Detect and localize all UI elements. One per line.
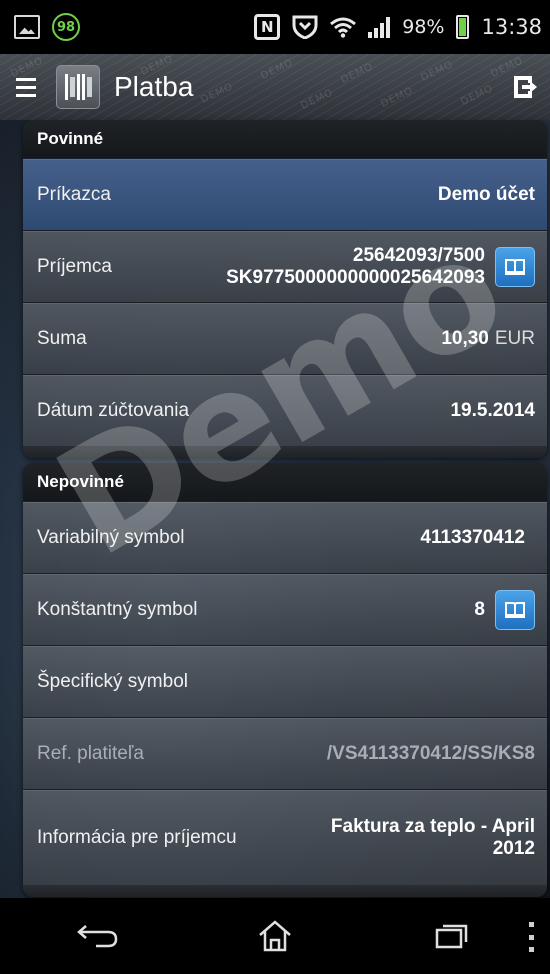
row-label: Dátum zúčtovania bbox=[37, 399, 190, 421]
row-value: 8 bbox=[474, 598, 485, 620]
signal-icon bbox=[368, 16, 391, 38]
row-informacia-pre-prijemcu[interactable]: Informácia pre príjemcu Faktura za teplo… bbox=[23, 789, 547, 885]
row-value: 4113370412 bbox=[420, 526, 525, 548]
action-bar: DEMO DEMO DEMO DEMO DEMO DEMO DEMO DEMO … bbox=[0, 54, 550, 120]
optional-section: Nepovinné Variabilný symbol 4113370412 K… bbox=[23, 463, 547, 897]
required-section: Povinné Príkazca Demo účet Príjemca 2564… bbox=[23, 120, 547, 458]
row-label: Ref. platiteľa bbox=[37, 742, 144, 764]
logout-icon[interactable] bbox=[510, 73, 538, 101]
row-label: Suma bbox=[37, 327, 87, 349]
menu-icon[interactable] bbox=[0, 54, 52, 120]
row-value: 25642093/7500 SK9775000000000025642093 bbox=[226, 244, 485, 288]
home-button[interactable] bbox=[245, 911, 305, 961]
constant-symbol-list-button[interactable] bbox=[495, 589, 535, 630]
book-icon bbox=[505, 258, 525, 275]
navigation-bar bbox=[0, 898, 550, 974]
row-label: Konštantný symbol bbox=[37, 598, 198, 620]
wifi-icon bbox=[330, 17, 357, 38]
row-label: Príjemca bbox=[37, 255, 112, 277]
row-value: 19.5.2014 bbox=[450, 399, 535, 421]
overflow-menu-icon[interactable] bbox=[526, 922, 536, 952]
row-label: Špecifický symbol bbox=[37, 670, 188, 692]
page-title: Platba bbox=[114, 71, 194, 102]
battery-percent: 98% bbox=[402, 16, 445, 38]
section-header: Povinné bbox=[23, 120, 547, 158]
row-value: /VS4113370412/SS/KS8 bbox=[326, 742, 535, 764]
row-prijemca[interactable]: Príjemca 25642093/7500 SK977500000000002… bbox=[23, 230, 547, 302]
row-value: Demo účet bbox=[437, 183, 535, 205]
status-bar: 98 N 98% 13:38 bbox=[0, 0, 550, 54]
row-specificky-symbol[interactable]: Špecifický symbol bbox=[23, 645, 547, 717]
nfc-icon: N bbox=[254, 14, 281, 40]
battery-icon bbox=[456, 15, 470, 39]
row-value: Faktura za teplo - April 2012 bbox=[330, 815, 535, 859]
image-icon bbox=[14, 15, 40, 39]
app-screen: 98 N 98% 13:38 DEMO DEMO DEMO DEMO DEMO … bbox=[0, 0, 550, 974]
back-button[interactable] bbox=[68, 911, 128, 961]
row-variabilny-symbol[interactable]: Variabilný symbol 4113370412 bbox=[23, 501, 547, 573]
row-konstantny-symbol[interactable]: Konštantný symbol 8 bbox=[23, 573, 547, 645]
row-datum[interactable]: Dátum zúčtovania 19.5.2014 bbox=[23, 374, 547, 446]
row-label: Informácia pre príjemcu bbox=[37, 826, 237, 848]
app-logo bbox=[56, 65, 100, 109]
row-label: Variabilný symbol bbox=[37, 526, 185, 548]
row-prikazca[interactable]: Príkazca Demo účet bbox=[23, 158, 547, 230]
row-value: 10,30 EUR bbox=[441, 327, 535, 349]
recent-apps-icon bbox=[435, 924, 467, 949]
back-icon bbox=[77, 925, 118, 948]
heart-shield-icon bbox=[292, 15, 318, 39]
recent-apps-button[interactable] bbox=[422, 911, 482, 961]
row-ref-platitela: Ref. platiteľa /VS4113370412/SS/KS8 bbox=[23, 717, 547, 789]
row-suma[interactable]: Suma 10,30 EUR bbox=[23, 302, 547, 374]
home-icon bbox=[259, 920, 291, 952]
book-icon bbox=[505, 601, 525, 618]
address-book-button[interactable] bbox=[495, 246, 535, 287]
section-header: Nepovinné bbox=[23, 463, 547, 501]
row-label: Príkazca bbox=[37, 183, 111, 205]
notification-badge: 98 bbox=[52, 13, 80, 41]
status-time: 13:38 bbox=[481, 15, 542, 39]
